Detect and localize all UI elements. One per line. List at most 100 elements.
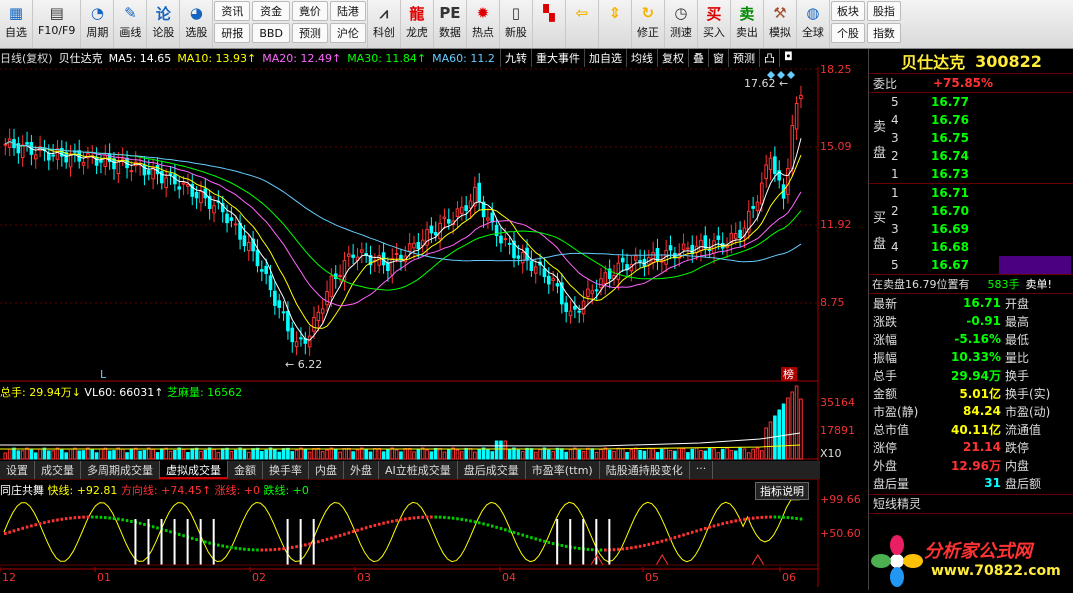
indicator-tab[interactable]: AI立桩成交量 <box>379 461 458 479</box>
volume-bar <box>555 447 560 460</box>
indicator-help-button[interactable]: 指标说明 <box>755 482 809 500</box>
direction-block <box>643 543 646 547</box>
high-price-label: 17.62 ← <box>744 77 788 90</box>
bid-level-row[interactable]: 1 16.71 <box>869 184 1073 202</box>
toolbar-speed-clock-button[interactable]: ◷ 测速 <box>665 0 698 48</box>
chart-tools-bar: 九转 重大事件 加自选 均线 复权叠窗预测凸 ◘ <box>500 49 797 67</box>
ask-level-row[interactable]: 1 16.73 <box>869 165 1073 183</box>
toolbar-grid-button[interactable]: 个股 <box>830 23 865 43</box>
chart-tool-button[interactable]: 窗 <box>708 49 728 67</box>
indicator-tab[interactable]: 市盈率(ttm) <box>526 461 600 479</box>
toolbar-sell-button[interactable]: 卖卖出 <box>731 0 764 48</box>
short-line-elf[interactable]: 短线精灵 <box>869 494 1073 514</box>
toolbar-pe-button[interactable]: PE 数据 <box>434 0 467 48</box>
toolbar-globe-button[interactable]: ◍ 全球 <box>797 0 830 48</box>
indicator-tab[interactable]: 成交量 <box>35 461 81 479</box>
bid-level-row[interactable]: 2 16.70 <box>869 202 1073 220</box>
volume-bar <box>325 449 329 460</box>
toolbar-grid-button[interactable]: 竟价 <box>291 1 328 21</box>
ask-level-row[interactable]: 2 16.74 <box>869 147 1073 165</box>
ask-level-row[interactable]: 5 16.77 <box>869 93 1073 111</box>
bid-level-row[interactable]: 3 16.69 <box>869 220 1073 238</box>
chart-tool-button[interactable]: 加自选 <box>584 49 626 67</box>
indicator-tab[interactable]: 盘后成交量 <box>458 461 526 479</box>
level-price: 16.75 <box>931 131 969 145</box>
hammer-icon: ⚒ <box>773 4 787 22</box>
indicator-tab[interactable]: 外盘 <box>344 461 379 479</box>
toolbar-document-button[interactable]: ▤ F10/F9 <box>33 0 82 48</box>
bid-level-row[interactable]: 4 16.68 <box>869 238 1073 256</box>
toolbar-grid-button[interactable]: ▦ 自选 <box>0 0 33 48</box>
toolbar-grid-button[interactable]: 研报 <box>214 23 251 43</box>
ask-level-row[interactable]: 4 16.76 <box>869 111 1073 129</box>
volume-bar <box>755 447 760 460</box>
toolbar-grid-button[interactable]: 指数 <box>866 23 901 43</box>
toolbar-grid-button[interactable]: 股指 <box>866 1 901 21</box>
toolbar-grid-button[interactable]: 资金 <box>252 1 290 21</box>
toolbar-refresh-button[interactable]: ↻ 修正 <box>632 0 665 48</box>
indicator-tab[interactable]: 虚拟成交量 <box>160 461 228 479</box>
volume-bar <box>777 409 782 460</box>
volume-bar <box>681 448 686 460</box>
volume-bar <box>251 448 255 460</box>
toolbar-color-grid-button[interactable]: ▚ <box>533 0 566 48</box>
indicator-tab[interactable]: 换手率 <box>263 461 309 479</box>
quote-row: 金额 5.01亿 换手(实) <box>869 384 1073 402</box>
chart-mode[interactable]: 日线(复权) <box>0 50 53 66</box>
indicator-tab[interactable]: 设置 <box>0 461 35 479</box>
candle-body <box>555 283 560 287</box>
kline-chart[interactable]: 17.62 ← ← 6.22 榜 L 12 01 02 03 04 05 06 <box>0 67 820 587</box>
toolbar-back-arrow-button[interactable]: ⇦ <box>566 0 599 48</box>
chart-tool-button[interactable]: 凸 <box>759 49 779 67</box>
hot-icon: ✹ <box>476 4 490 22</box>
globe-icon: ◍ <box>806 4 820 22</box>
direction-block <box>451 516 455 520</box>
chart-tool-button[interactable]: 均线 <box>626 49 657 67</box>
volume-bar <box>186 451 190 460</box>
info-button-grid: 资讯 资金 竟价 陆港研报 BBD 预测 沪伦 <box>213 0 368 48</box>
volume-bar <box>268 447 273 460</box>
toolbar-buy-button[interactable]: 买买入 <box>698 0 731 48</box>
chart-tool-button[interactable]: 预测 <box>728 49 759 67</box>
chart-tool-button[interactable]: 九转 <box>500 49 531 67</box>
candle-body <box>294 341 299 348</box>
volume-bar <box>225 447 229 460</box>
candle-body <box>603 272 608 285</box>
chart-tool-button[interactable]: 重大事件 <box>531 49 584 67</box>
volume-bar <box>633 447 638 460</box>
chart-tool-button[interactable]: 复权 <box>657 49 688 67</box>
volume-bar <box>781 403 786 460</box>
toolbar-dragon-button[interactable]: 龍龙虎 <box>401 0 434 48</box>
indicator-tab[interactable]: 陆股通持股变化 <box>600 461 690 479</box>
candle-body <box>503 238 508 241</box>
toolbar-clock-button[interactable]: ◔ 周期 <box>81 0 115 48</box>
toolbar-grid-button[interactable]: 沪伦 <box>329 23 366 43</box>
indicator-tab[interactable]: 金额 <box>228 461 263 479</box>
toolbar-hammer-button[interactable]: ⚒ 模拟 <box>764 0 797 48</box>
toolbar-chart-button[interactable]: ⩘ 科创 <box>368 0 401 48</box>
fast-line: 快线: +92.81 <box>47 484 118 497</box>
toolbar-grid-button[interactable]: 陆港 <box>329 1 366 21</box>
direction-block <box>330 536 333 540</box>
quote-label: 总手 <box>873 368 898 383</box>
toolbar-grid-button[interactable]: 资讯 <box>214 1 251 21</box>
candle-body <box>499 235 503 244</box>
toolbar-hot-button[interactable]: ✹ 热点 <box>467 0 500 48</box>
toolbar-up-down-arrow-button[interactable]: ⇕ <box>599 0 632 48</box>
ask-level-row[interactable]: 3 16.75 <box>869 129 1073 147</box>
indicator-tab[interactable]: ··· <box>690 461 714 479</box>
indicator-tab[interactable]: 多周期成交量 <box>81 461 160 479</box>
toolbar-grid-button[interactable]: 预测 <box>291 23 328 43</box>
toolbar-grid-button[interactable]: BBD <box>252 23 290 43</box>
toolbar-speech-button[interactable]: 论论股 <box>147 0 181 48</box>
toolbar-pencil-button[interactable]: ✎ 画线 <box>114 0 148 48</box>
chart-tool-button[interactable]: ◘ <box>779 49 797 67</box>
indicator-tab[interactable]: 内盘 <box>309 461 344 479</box>
volume-bar <box>586 447 590 460</box>
toolbar-ipo-button[interactable]: ▯ 新股 <box>500 0 533 48</box>
toolbar-grid-button[interactable]: 板块 <box>830 1 865 21</box>
toolbar-gauge-button[interactable]: ◕ 选股 <box>180 0 214 48</box>
candle-body <box>360 249 364 253</box>
ma30-readout: MA30: 11.84↑ <box>347 51 427 65</box>
chart-tool-button[interactable]: 叠 <box>688 49 708 67</box>
